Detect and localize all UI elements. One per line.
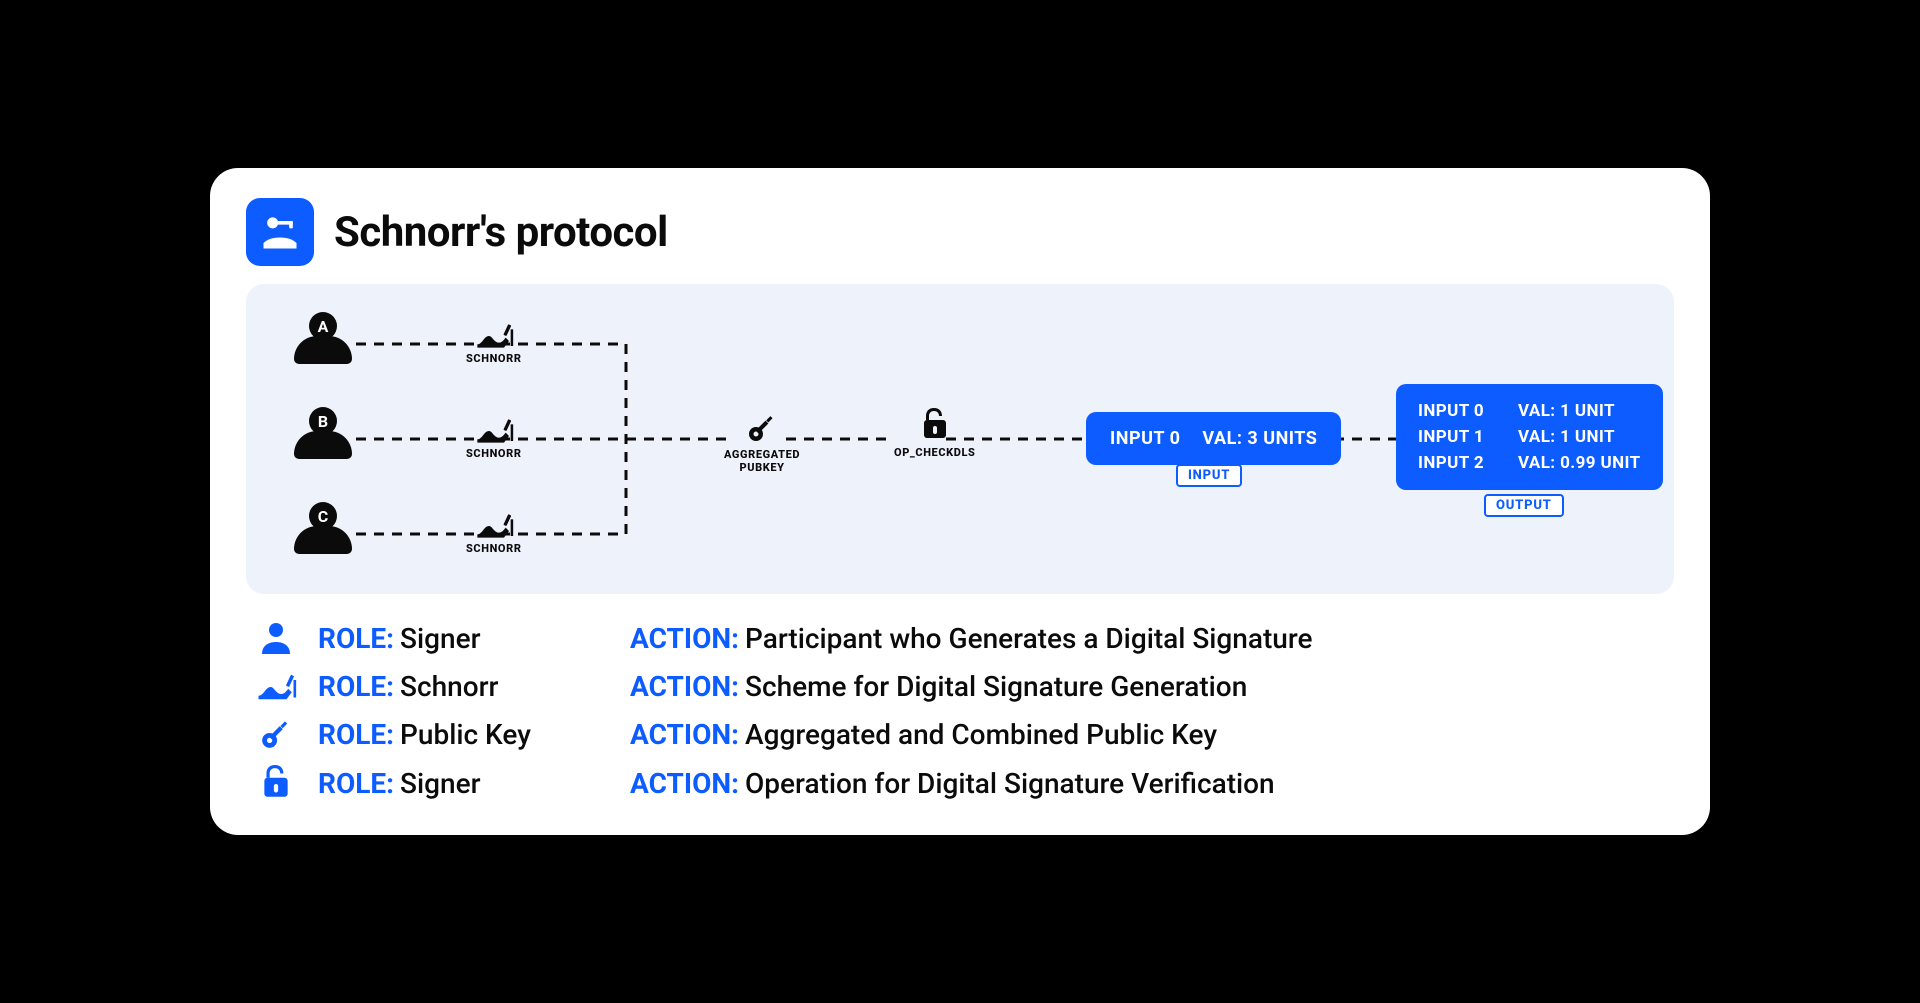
action-value: Participant who Generates a Digital Sign… bbox=[745, 622, 1313, 655]
role-label: ROLE: bbox=[318, 767, 394, 800]
aggregated-pubkey-stage: AGGREGATED PUBKEY bbox=[724, 412, 800, 474]
action-label: ACTION: bbox=[630, 767, 739, 800]
input-right: VAL: 3 UNITS bbox=[1202, 428, 1317, 449]
action-value: Operation for Digital Signature Verifica… bbox=[745, 767, 1275, 800]
schnorr-stage-c: SCHNORR bbox=[466, 512, 522, 555]
checkdls-stage: OP_CHECKDLS bbox=[894, 408, 975, 459]
schnorr-stage-b: SCHNORR bbox=[466, 417, 522, 460]
schnorr-label: SCHNORR bbox=[466, 542, 522, 555]
legend-row-schnorr: ROLE:Schnorr ACTION:Scheme for Digital Si… bbox=[252, 670, 1674, 703]
lock-open-icon bbox=[252, 765, 300, 801]
sign-icon bbox=[474, 417, 514, 445]
schnorr-label: SCHNORR bbox=[466, 352, 522, 365]
output-right: VAL: 0.99 UNIT bbox=[1518, 453, 1641, 473]
role-label: ROLE: bbox=[318, 670, 394, 703]
lock-open-icon bbox=[921, 408, 949, 442]
schnorr-stage-a: SCHNORR bbox=[466, 322, 522, 365]
stage-label: OP_CHECKDLS bbox=[894, 446, 975, 459]
key-icon bbox=[746, 412, 778, 444]
signer-badge: A bbox=[309, 312, 337, 340]
action-value: Scheme for Digital Signature Generation bbox=[745, 670, 1247, 703]
action-label: ACTION: bbox=[630, 622, 739, 655]
flow-diagram: A B C SCHNORR SCHNORR SCHNORR AGGREGATED… bbox=[246, 284, 1674, 594]
role-value: Public Key bbox=[400, 718, 600, 751]
sign-icon bbox=[474, 322, 514, 350]
role-label: ROLE: bbox=[318, 718, 394, 751]
role-value: Signer bbox=[400, 622, 600, 655]
stage-label: AGGREGATED PUBKEY bbox=[724, 448, 800, 474]
role-label: ROLE: bbox=[318, 622, 394, 655]
signer-a: A bbox=[294, 312, 352, 364]
input-left: INPUT 0 bbox=[1110, 428, 1180, 449]
legend-row-key: ROLE:Public Key ACTION:Aggregated and Com… bbox=[252, 717, 1674, 751]
output-left: INPUT 1 bbox=[1418, 427, 1498, 447]
input-box: INPUT 0 VAL: 3 UNITS bbox=[1086, 412, 1341, 465]
output-row: INPUT 1 VAL: 1 UNIT bbox=[1418, 424, 1641, 450]
person-icon bbox=[294, 336, 352, 364]
action-value: Aggregated and Combined Public Key bbox=[745, 718, 1217, 751]
role-value: Schnorr bbox=[400, 670, 600, 703]
person-icon bbox=[252, 620, 300, 656]
signer-c: C bbox=[294, 502, 352, 554]
output-right: VAL: 1 UNIT bbox=[1518, 401, 1615, 421]
output-tag: OUTPUT bbox=[1484, 494, 1564, 517]
output-left: INPUT 2 bbox=[1418, 453, 1498, 473]
key-hand-icon bbox=[246, 198, 314, 266]
header: Schnorr's protocol bbox=[246, 198, 1674, 266]
legend-row-signer: ROLE:Signer ACTION:Participant who Genera… bbox=[252, 620, 1674, 656]
input-tag: INPUT bbox=[1176, 464, 1242, 487]
output-row: INPUT 0 VAL: 1 UNIT bbox=[1418, 398, 1641, 424]
signer-badge: C bbox=[309, 502, 337, 530]
output-right: VAL: 1 UNIT bbox=[1518, 427, 1615, 447]
role-value: Signer bbox=[400, 767, 600, 800]
legend: ROLE:SignerACTION:Participant who Genera… bbox=[246, 620, 1674, 801]
legend-row-lock: ROLE:Signer ACTION:Operation for Digital … bbox=[252, 765, 1674, 801]
signer-badge: B bbox=[309, 407, 337, 435]
page-title: Schnorr's protocol bbox=[334, 208, 668, 257]
output-box: INPUT 0 VAL: 1 UNIT INPUT 1 VAL: 1 UNIT … bbox=[1396, 384, 1663, 490]
output-left: INPUT 0 bbox=[1418, 401, 1498, 421]
sign-icon bbox=[252, 672, 300, 702]
person-icon bbox=[294, 431, 352, 459]
signer-b: B bbox=[294, 407, 352, 459]
diagram-card: Schnorr's protocol A B C bbox=[210, 168, 1710, 835]
sign-icon bbox=[474, 512, 514, 540]
schnorr-label: SCHNORR bbox=[466, 447, 522, 460]
output-row: INPUT 2 VAL: 0.99 UNIT bbox=[1418, 450, 1641, 476]
action-label: ACTION: bbox=[630, 670, 739, 703]
action-label: ACTION: bbox=[630, 718, 739, 751]
key-icon bbox=[252, 717, 300, 751]
person-icon bbox=[294, 526, 352, 554]
